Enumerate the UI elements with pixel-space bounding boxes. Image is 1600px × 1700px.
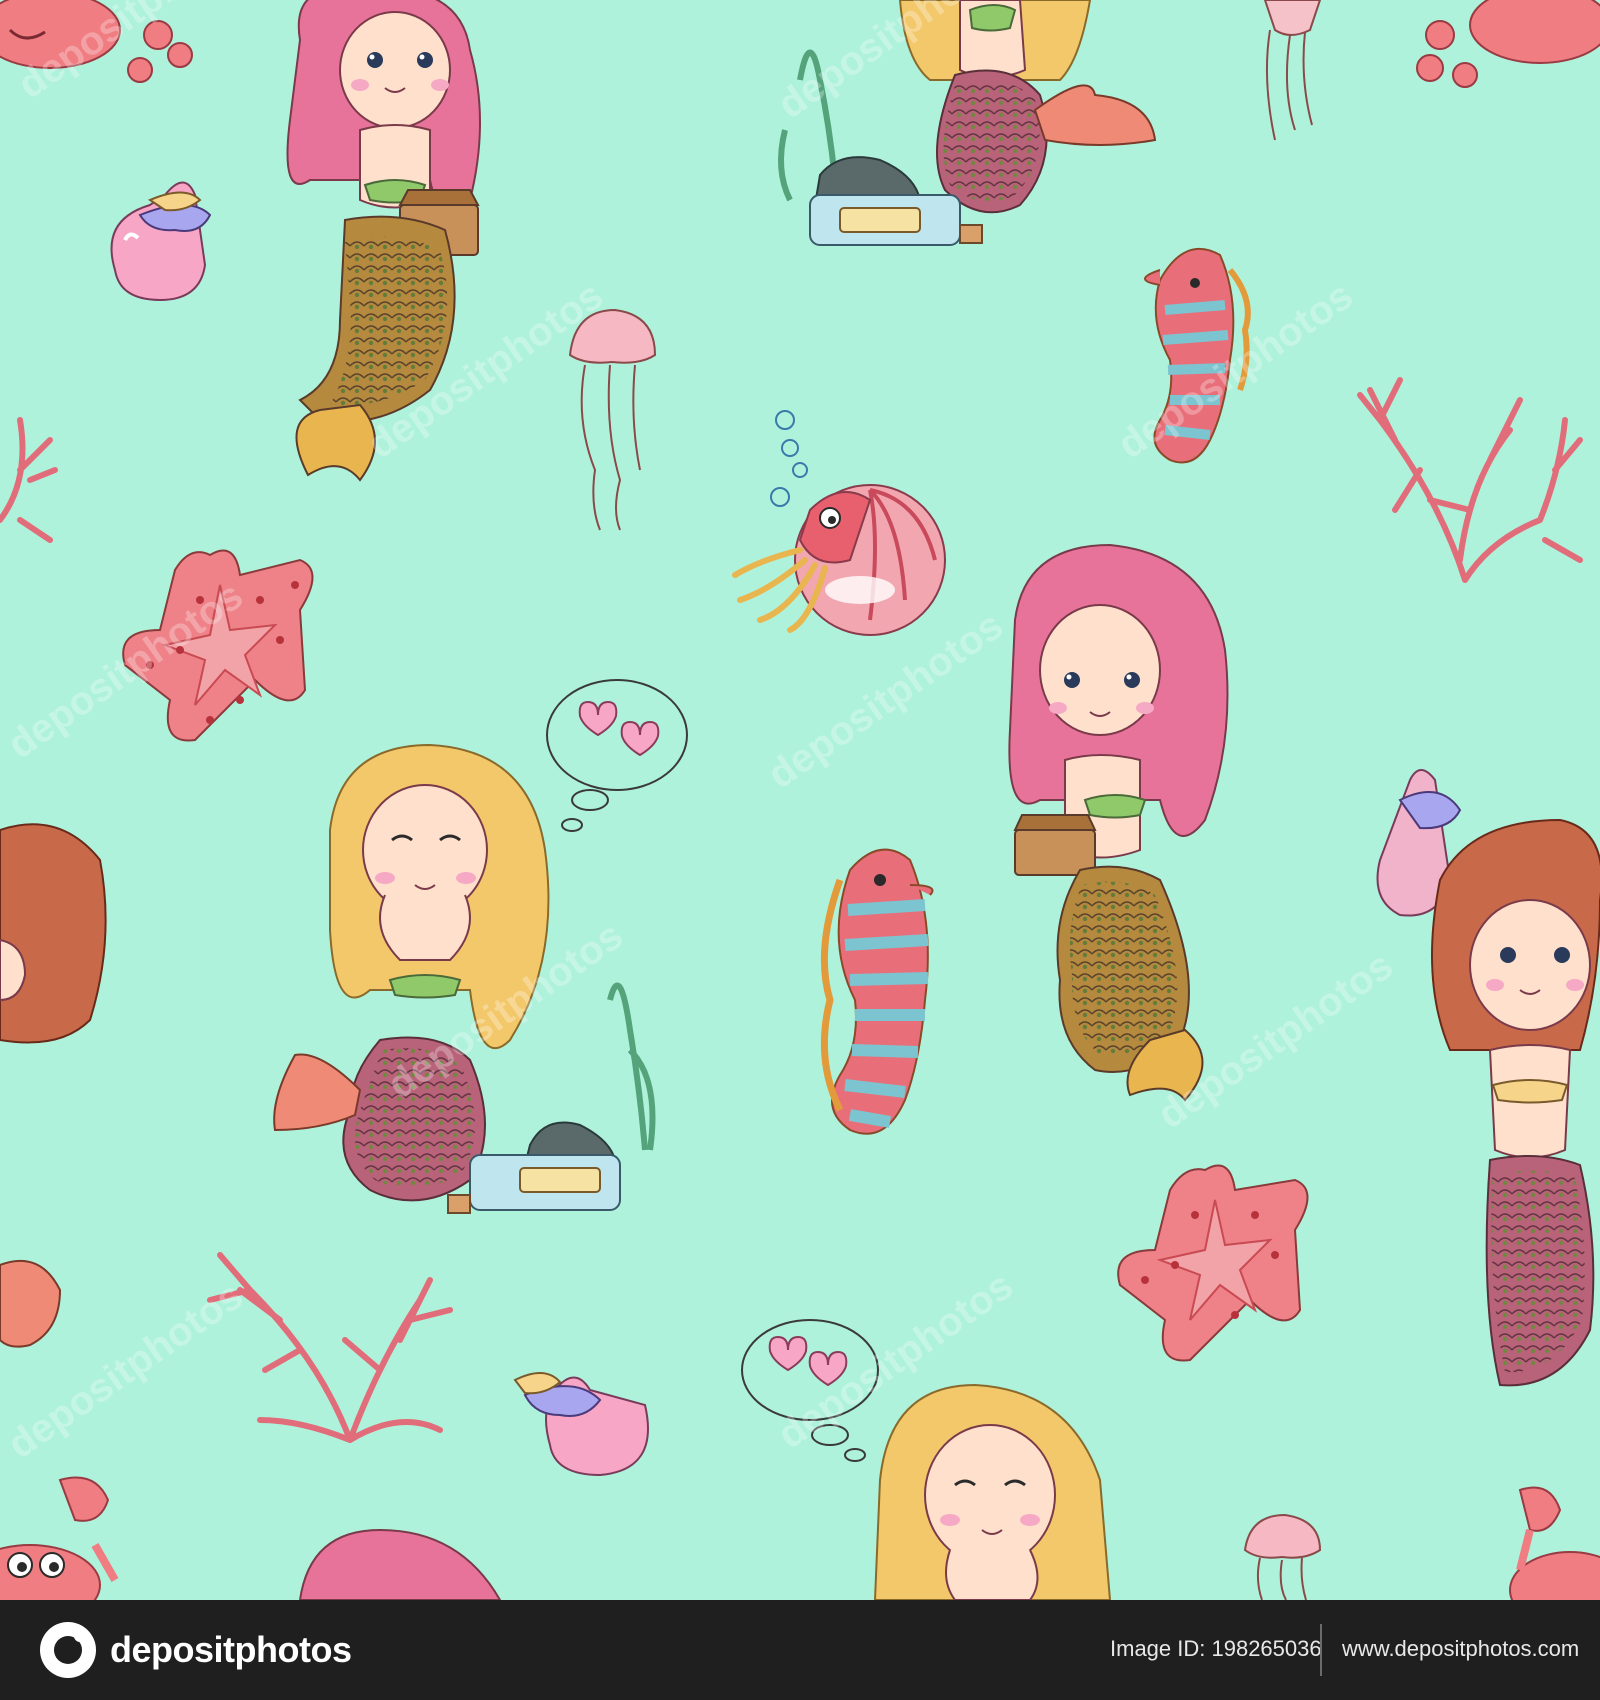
logo-text: depositphotos xyxy=(110,1629,352,1670)
mermaid-blonde-bottom xyxy=(873,1383,1112,1600)
coral xyxy=(207,1252,453,1443)
site-url-link[interactable]: www.depositphotos.com xyxy=(1342,1636,1579,1662)
mermaid-pattern-illustration: depositphotos depositphotos depositphoto… xyxy=(0,0,1600,1600)
seahorse xyxy=(820,848,934,1135)
crab-top-right xyxy=(1416,0,1600,88)
watermark-text: depositphotos xyxy=(1110,273,1361,467)
crab-bottom xyxy=(0,1476,119,1600)
seashell xyxy=(110,181,212,302)
mermaid-blonde-hearts xyxy=(273,743,550,1202)
mermaid-auburn-left-edge xyxy=(0,823,107,1044)
seashell-bottom xyxy=(513,1372,649,1477)
depositphotos-logo-icon xyxy=(40,1622,96,1678)
pattern-canvas: depositphotos depositphotos depositphoto… xyxy=(0,0,1600,1600)
jellyfish xyxy=(568,308,657,531)
image-id-label: Image ID: 198265036 xyxy=(1110,1636,1322,1661)
heart-bubble xyxy=(546,679,688,832)
stock-footer-bar: depositphotos Image ID: 198265036 www.de… xyxy=(0,1600,1600,1700)
mermaid-auburn-shell xyxy=(1376,769,1600,1387)
starfish-right xyxy=(1117,1164,1309,1362)
jellyfish-top xyxy=(1263,0,1322,141)
coral-right xyxy=(1357,377,1583,583)
mermaid-tail-left-edge xyxy=(0,1260,62,1348)
depositphotos-logo[interactable]: depositphotos xyxy=(40,1622,352,1678)
mermaid-pink-hair-bottom xyxy=(298,1528,502,1600)
jellyfish-small xyxy=(1243,1513,1322,1600)
crab-bottom-right xyxy=(1509,1486,1600,1600)
coral-left xyxy=(0,417,58,543)
footer-divider xyxy=(1320,1624,1322,1676)
mermaid-blonde-top xyxy=(898,0,1157,214)
nautilus xyxy=(732,410,946,636)
mermaid-pink-hair-chest-right xyxy=(1008,543,1229,1102)
